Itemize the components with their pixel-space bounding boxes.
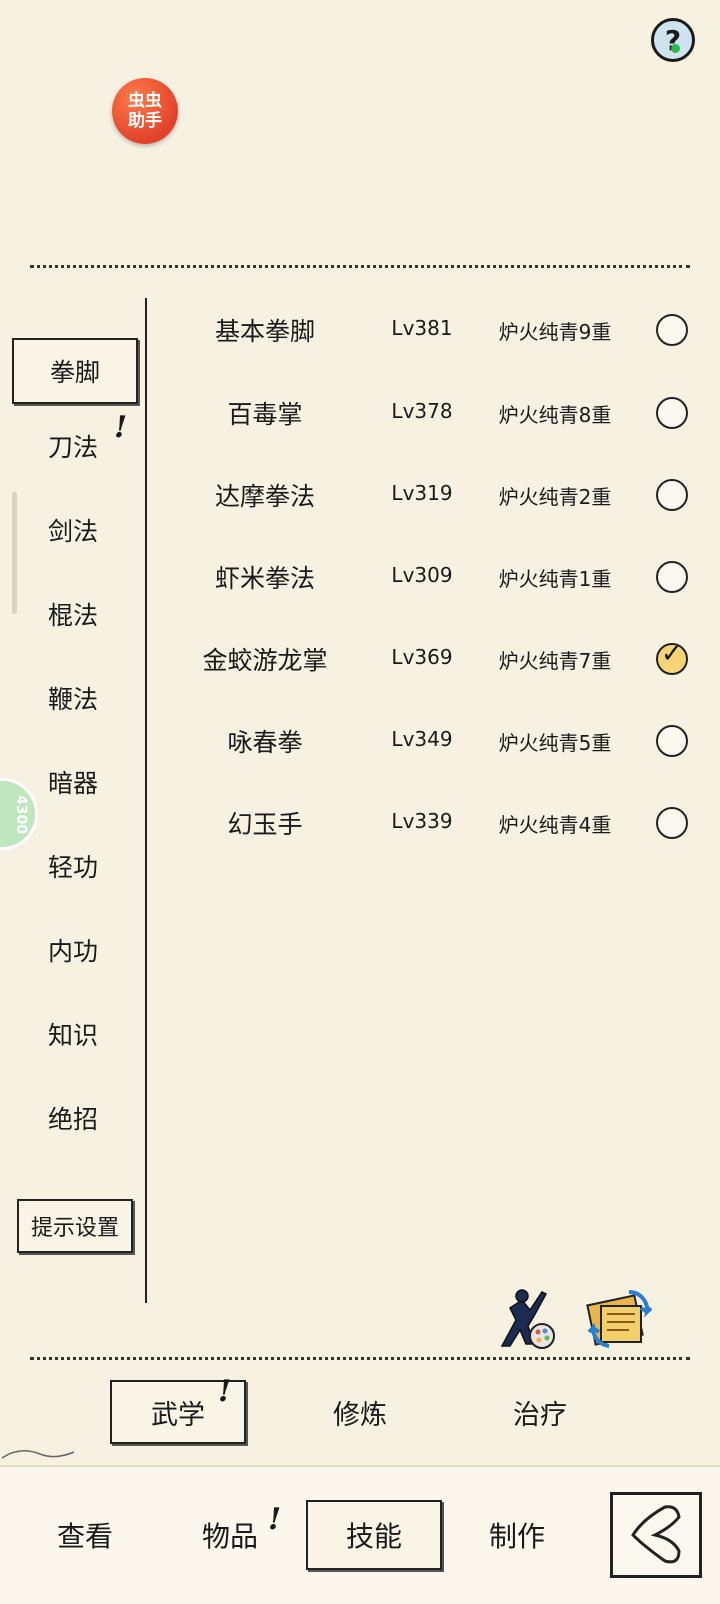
back-button[interactable] [610,1492,702,1578]
skill-realm: 炉火纯青2重 [498,485,612,509]
category-label: 轻功 [47,853,98,882]
skill-row[interactable]: 基本拳脚 Lv381 炉火纯青9重 [150,298,710,358]
skill-row[interactable]: 达摩拳法 Lv319 炉火纯青2重 [150,463,710,523]
notification-dot [671,44,680,53]
equip-radio[interactable] [656,397,688,429]
skill-level: Lv309 [391,563,453,587]
skill-name: 金蛟游龙掌 [202,646,328,675]
subtab-label: 武学 [151,1399,205,1431]
helper-badge[interactable]: 虫虫 助手 [112,78,178,144]
skill-realm: 炉火纯青8重 [498,403,612,427]
subtab-label: 治疗 [513,1399,567,1431]
skill-name: 虾米拳法 [214,564,315,593]
top-divider [30,265,690,268]
martial-artist-icon[interactable] [492,1286,562,1350]
nav-tab-chakan[interactable]: 查看 [30,1500,140,1570]
category-gunfa[interactable]: 棍法 [10,584,136,644]
skill-name: 幻玉手 [227,810,303,839]
subtab-xiulian[interactable]: 修炼 [300,1380,420,1444]
scroll-swap-icon[interactable] [585,1286,655,1350]
tip-settings-button[interactable]: 提示设置 [17,1199,133,1253]
skill-realm: 炉火纯青4重 [498,813,612,837]
equip-radio[interactable] [656,725,688,757]
nav-tab-zhizuo[interactable]: 制作 [462,1500,572,1570]
skill-realm: 炉火纯青5重 [498,731,612,755]
decorative-swirl [1,1450,75,1459]
subtab-zhiliao[interactable]: 治疗 [480,1380,600,1444]
category-zhishi[interactable]: 知识 [10,1004,136,1064]
skill-realm: 炉火纯青7重 [498,649,612,673]
skill-level: Lv339 [391,809,453,833]
nav-tab-wupin[interactable]: 物品 ! [170,1500,290,1570]
skill-level: Lv378 [391,399,453,423]
skill-level: Lv319 [391,481,453,505]
help-button[interactable]: ? [651,18,695,62]
skill-name: 百毒掌 [227,400,303,429]
equip-radio[interactable] [656,314,688,346]
nav-tab-label: 物品 [201,1520,258,1553]
skill-name: 咏春拳 [227,728,303,757]
nav-tab-jineng[interactable]: 技能 [306,1500,442,1570]
category-label: 知识 [47,1021,98,1050]
nav-tab-label: 查看 [56,1520,113,1553]
skill-row[interactable]: 金蛟游龙掌 Lv369 炉火纯青7重 ✓ [150,627,710,687]
category-daofa[interactable]: 刀法 ! [10,410,136,476]
equip-radio[interactable] [656,807,688,839]
category-bianfa[interactable]: 鞭法 [10,668,136,728]
alert-mark: ! [114,410,128,445]
category-label: 内功 [47,937,98,966]
skill-realm: 炉火纯青9重 [498,320,612,344]
category-label: 剑法 [47,517,98,546]
equip-radio-checked[interactable]: ✓ [656,639,688,675]
check-icon: ✓ [661,639,683,669]
equip-radio[interactable] [656,479,688,511]
category-neigong[interactable]: 内功 [10,920,136,980]
category-quanjiao[interactable]: 拳脚 [12,338,138,404]
nav-tab-label: 技能 [345,1520,402,1553]
category-label: 拳脚 [49,358,100,387]
skill-level: Lv349 [391,727,453,751]
subtab-label: 修炼 [333,1399,387,1431]
column-divider [145,298,147,1303]
tip-settings-label: 提示设置 [30,1216,119,1241]
category-juezhao[interactable]: 绝招 [10,1088,136,1148]
category-jianfa[interactable]: 剑法 [10,500,136,560]
skill-name: 基本拳脚 [214,317,315,346]
nav-tab-label: 制作 [488,1520,545,1553]
category-label: 绝招 [47,1105,98,1134]
skill-row[interactable]: 百毒掌 Lv378 炉火纯青8重 [150,381,710,441]
skill-realm: 炉火纯青1重 [498,567,612,591]
back-arrow-icon [631,1505,681,1564]
category-label: 刀法 [47,433,98,462]
skill-level: Lv369 [391,645,453,669]
subtab-wuxue[interactable]: 武学 ! [110,1374,246,1444]
equip-radio[interactable] [656,561,688,593]
category-label: 暗器 [47,769,98,798]
skill-row[interactable]: 咏春拳 Lv349 炉火纯青5重 [150,709,710,769]
bottom-divider [30,1357,690,1360]
category-label: 鞭法 [47,685,98,714]
category-label: 棍法 [47,601,98,630]
floating-badge-text: 4300 [13,794,29,834]
skill-row[interactable]: 幻玉手 Lv339 炉火纯青4重 [150,791,710,851]
skill-row[interactable]: 虾米拳法 Lv309 炉火纯青1重 [150,545,710,605]
skill-name: 达摩拳法 [214,482,315,511]
alert-mark: ! [268,1502,282,1537]
alert-mark: ! [218,1374,232,1409]
skill-level: Lv381 [391,316,453,340]
category-qinggong[interactable]: 轻功 [10,836,136,896]
helper-badge-line1: 虫虫 [128,91,162,111]
helper-badge-line2: 助手 [128,111,162,131]
